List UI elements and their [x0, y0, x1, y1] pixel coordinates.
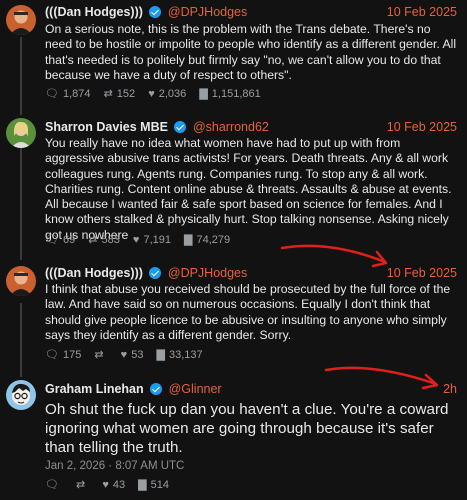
tweet[interactable]: (((Dan Hodges))) @DPJHodges 10 Feb 2025 … [0, 262, 467, 370]
avatar[interactable] [6, 380, 36, 410]
like-count[interactable]: ♥ 53 [121, 349, 144, 361]
view-count[interactable]: ▇ 1,151,861 [199, 88, 260, 100]
tweet-stats: 🗨︎ 1,874 ⇄ 152 ♥ 2,036 ▇ 1,151,861 [45, 86, 271, 102]
reply-icon: 🗨︎ [45, 88, 59, 100]
reply-icon: 🗨︎ [45, 234, 59, 246]
author-name[interactable]: (((Dan Hodges))) [45, 266, 143, 280]
retweet-count[interactable]: ⇄ [76, 479, 89, 491]
tweet-text: On a serious note, this is the problem w… [45, 22, 457, 82]
reply-count[interactable]: 🗨︎ 1,874 [45, 88, 91, 100]
view-count[interactable]: ▇ 514 [138, 479, 169, 491]
retweet-count[interactable]: ⇄ 152 [104, 88, 136, 100]
tweet[interactable]: Graham Linehan @Glinner 2h Oh shut the f… [0, 377, 467, 500]
author-handle[interactable]: @Glinner [169, 382, 222, 396]
tweet[interactable]: (((Dan Hodges))) @DPJHodges 10 Feb 2025 … [0, 0, 467, 110]
author-handle[interactable]: @DPJHodges [168, 5, 247, 19]
tweet-stats: 🗨︎ ⇄ ♥ 43 ▇ 514 [45, 477, 179, 493]
reply-count[interactable]: 🗨︎ 175 [45, 349, 81, 361]
views-icon: ▇ [184, 234, 193, 246]
author-handle[interactable]: @DPJHodges [168, 266, 247, 280]
view-count[interactable]: ▇ 74,279 [184, 234, 230, 246]
view-count[interactable]: ▇ 33,137 [157, 349, 203, 361]
tweet-stats: 🗨︎ 175 ⇄ ♥ 53 ▇ 33,137 [45, 347, 213, 363]
tweet-timestamp: Jan 2, 2026 · 8:07 AM UTC [45, 460, 185, 472]
retweet-icon: ⇄ [88, 234, 98, 246]
verified-icon [150, 383, 163, 395]
retweet-count[interactable]: ⇄ [94, 349, 107, 361]
like-count[interactable]: ♥ 7,191 [133, 234, 171, 246]
tweet-text: I think that abuse you received should b… [45, 282, 451, 342]
tweet-date[interactable]: 10 Feb 2025 [387, 118, 457, 136]
retweet-icon: ⇄ [103, 88, 113, 100]
reply-count[interactable]: 🗨︎ [45, 479, 63, 491]
tweet-date[interactable]: 10 Feb 2025 [387, 3, 457, 21]
like-icon: ♥ [120, 349, 128, 361]
tweet-stats: 🗨︎ 69 ⇄ 583 ♥ 7,191 ▇ 74,279 [45, 232, 240, 248]
tweet[interactable]: Sharron Davies MBE @sharrond62 10 Feb 20… [0, 115, 467, 255]
author-name[interactable]: Graham Linehan [45, 382, 144, 396]
author-handle[interactable]: @sharrond62 [193, 120, 269, 134]
author-name[interactable]: (((Dan Hodges))) [45, 5, 143, 19]
views-icon: ▇ [156, 349, 165, 361]
reply-count[interactable]: 🗨︎ 69 [45, 234, 75, 246]
reply-icon: 🗨︎ [45, 349, 59, 361]
avatar[interactable] [6, 5, 36, 35]
like-icon: ♥ [102, 479, 109, 491]
reply-icon: 🗨︎ [45, 479, 59, 491]
retweet-icon: ⇄ [76, 479, 86, 491]
retweet-count[interactable]: ⇄ 583 [88, 234, 120, 246]
tweet-date[interactable]: 2h [443, 380, 457, 398]
views-icon: ▇ [138, 479, 147, 491]
author-name[interactable]: Sharron Davies MBE [45, 120, 168, 134]
tweet-text: You really have no idea what women have … [45, 136, 452, 242]
like-count[interactable]: ♥ 43 [102, 479, 125, 491]
like-icon: ♥ [148, 88, 155, 100]
verified-icon [149, 6, 162, 18]
views-icon: ▇ [199, 88, 208, 100]
avatar[interactable] [6, 118, 36, 148]
tweet-date[interactable]: 10 Feb 2025 [387, 264, 457, 282]
retweet-icon: ⇄ [94, 349, 104, 361]
verified-icon [149, 267, 162, 279]
like-icon: ♥ [132, 234, 140, 246]
avatar[interactable] [6, 266, 36, 296]
verified-icon [174, 121, 187, 133]
tweet-text: Oh shut the fuck up dan you haven't a cl… [45, 401, 449, 457]
like-count[interactable]: ♥ 2,036 [148, 88, 186, 100]
